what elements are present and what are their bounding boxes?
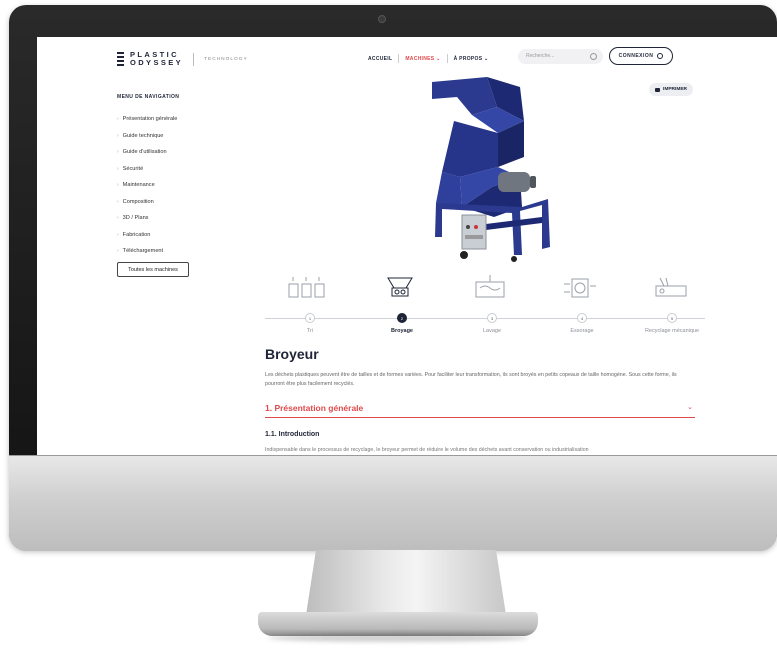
- nav-divider: [446, 54, 448, 63]
- nav-a-propos[interactable]: À PROPOS ⌄: [454, 56, 489, 62]
- chevron-right-icon: ›: [117, 231, 119, 238]
- sidebar-item-label: Composition: [122, 198, 154, 205]
- nav-accueil[interactable]: ACCUEIL: [368, 56, 392, 62]
- stand-shadow: [268, 634, 528, 642]
- imac-stand-base: [258, 612, 538, 636]
- login-button[interactable]: CONNEXION: [609, 47, 673, 65]
- sidebar-item-label: Téléchargement: [122, 248, 164, 255]
- search-icon: [590, 53, 597, 60]
- sidebar-item-plans[interactable]: › 3D / Plans: [117, 210, 267, 227]
- imac-chin: [9, 455, 777, 551]
- mechanical-recycling-icon: [655, 277, 687, 297]
- logo-mark-icon: [117, 52, 124, 66]
- sidebar-item-label: Sécurité: [122, 165, 144, 172]
- sorting-icon: [288, 277, 325, 298]
- step-dot-1[interactable]: 1: [305, 313, 315, 323]
- sidebar-item-telechargement[interactable]: › Téléchargement: [117, 243, 267, 260]
- nav-divider: [398, 54, 400, 63]
- step-label-broyage[interactable]: Broyage: [362, 328, 442, 334]
- step-label-lavage[interactable]: Lavage: [452, 328, 532, 334]
- print-button[interactable]: IMPRIMER: [649, 83, 693, 96]
- chevron-right-icon: ›: [117, 215, 119, 222]
- print-label: IMPRIMER: [663, 87, 687, 92]
- all-machines-button[interactable]: Toutes les machines: [117, 262, 189, 277]
- step-dot-2[interactable]: 2: [397, 313, 407, 323]
- sidebar-item-presentation[interactable]: › Présentation générale: [117, 111, 267, 128]
- sidebar-item-label: Fabrication: [122, 231, 151, 238]
- step-label-tri[interactable]: Tri: [270, 328, 350, 334]
- chevron-right-icon: ›: [117, 248, 119, 255]
- shredder-machine-image: [432, 77, 550, 262]
- page-title: Broyeur: [265, 346, 319, 362]
- step-label-recyclage[interactable]: Recyclage mécanique: [632, 328, 712, 334]
- step-dot-5[interactable]: 5: [667, 313, 677, 323]
- power-icon: [657, 53, 664, 59]
- section-title: 1. Présentation générale: [265, 403, 364, 413]
- logo-line2: ODYSSEY: [130, 58, 184, 67]
- sidebar-item-maintenance[interactable]: › Maintenance: [117, 177, 267, 194]
- page-intro: Les déchets plastiques peuvent être de t…: [265, 372, 677, 387]
- process-steps-illustrations: [265, 274, 715, 304]
- subsection-title: 1.1. Introduction: [265, 431, 320, 438]
- sidebar-item-label: Présentation générale: [122, 116, 178, 123]
- imac-stand: [306, 550, 506, 615]
- spin-drying-icon: [564, 278, 596, 298]
- sidebar-title: MENU DE NAVIGATION: [117, 94, 180, 100]
- sidebar-item-label: Guide technique: [122, 132, 164, 139]
- section-accordion[interactable]: 1. Présentation générale ⌄: [265, 401, 695, 418]
- nav-machines[interactable]: MACHINES ⌄: [405, 56, 440, 62]
- chevron-right-icon: ›: [117, 165, 119, 172]
- camera-icon: [378, 15, 386, 23]
- chevron-right-icon: ›: [117, 116, 119, 123]
- sidebar-item-label: 3D / Plans: [122, 215, 149, 222]
- screen: PLASTIC ODYSSEY TECHNOLOGY ACCUEIL MACHI…: [37, 37, 777, 455]
- chevron-right-icon: ›: [117, 198, 119, 205]
- chevron-right-icon: ›: [117, 182, 119, 189]
- printer-icon: [655, 87, 660, 92]
- sidebar-item-fabrication[interactable]: › Fabrication: [117, 227, 267, 244]
- sidebar-item-guide-utilisation[interactable]: › Guide d'utilisation: [117, 144, 267, 161]
- subsection-text: Indispensable dans le processus de recyc…: [265, 447, 589, 453]
- login-label: CONNEXION: [618, 53, 654, 59]
- step-label-essorage[interactable]: Essorage: [542, 328, 622, 334]
- logo-subtitle: TECHNOLOGY: [204, 56, 248, 62]
- step-dot-4[interactable]: 4: [577, 313, 587, 323]
- sidebar-item-securite[interactable]: › Sécurité: [117, 161, 267, 178]
- sidebar-item-label: Guide d'utilisation: [122, 149, 167, 156]
- steps-timeline: [265, 318, 705, 319]
- shredding-icon: [387, 277, 413, 297]
- chevron-right-icon: ›: [117, 149, 119, 156]
- search-input[interactable]: Recherche...: [518, 49, 603, 64]
- sidebar-item-guide-technique[interactable]: › Guide technique: [117, 128, 267, 145]
- chevron-down-icon: ⌄: [687, 404, 693, 411]
- main-nav: ACCUEIL MACHINES ⌄ À PROPOS ⌄: [368, 54, 489, 63]
- sidebar-item-label: Maintenance: [122, 182, 155, 189]
- site-logo[interactable]: PLASTIC ODYSSEY TECHNOLOGY: [117, 51, 248, 67]
- logo-divider: [193, 52, 195, 66]
- washing-icon: [475, 275, 505, 298]
- search-placeholder: Recherche...: [526, 53, 555, 59]
- sidebar-nav: › Présentation générale › Guide technique …: [117, 111, 267, 260]
- step-dot-3[interactable]: 3: [487, 313, 497, 323]
- chevron-right-icon: ›: [117, 132, 119, 139]
- sidebar-item-composition[interactable]: › Composition: [117, 194, 267, 211]
